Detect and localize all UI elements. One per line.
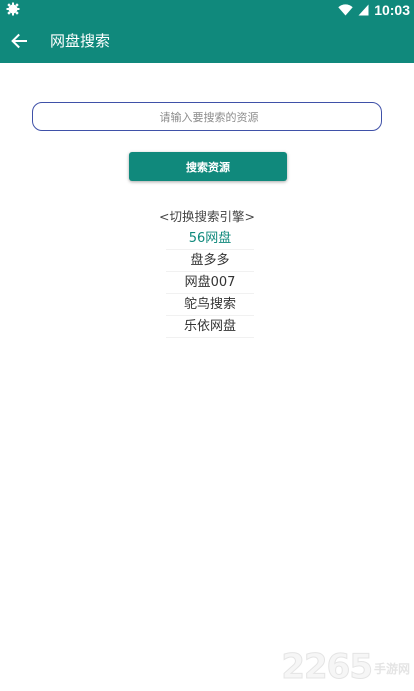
status-time: 10:03: [374, 2, 410, 18]
arrow-left-icon: [11, 33, 27, 49]
wifi-icon: [338, 4, 353, 16]
search-button[interactable]: 搜索资源: [129, 152, 287, 181]
app-bar: 网盘搜索: [0, 20, 414, 63]
watermark-text: 手游网: [373, 662, 410, 676]
engine-switch-header: <切换搜索引擎>: [159, 209, 255, 224]
watermark-number: 2265: [281, 647, 374, 688]
search-field[interactable]: [32, 102, 385, 132]
engine-item-leyi[interactable]: 乐依网盘: [166, 316, 254, 338]
engine-item-56wangpan[interactable]: 56网盘: [166, 228, 254, 250]
back-button[interactable]: [4, 26, 34, 56]
android-settings-icon: [6, 2, 20, 16]
status-bar: 10:03: [0, 0, 414, 20]
signal-icon: [358, 4, 369, 16]
status-right: 10:03: [338, 0, 410, 20]
search-input[interactable]: [33, 103, 385, 132]
engine-item-tuoniao[interactable]: 鸵鸟搜索: [166, 294, 254, 316]
engine-item-wangpan007[interactable]: 网盘007: [166, 272, 254, 294]
page-title: 网盘搜索: [50, 32, 111, 50]
engine-item-panduoduo[interactable]: 盘多多: [166, 250, 254, 272]
engine-list: 56网盘 盘多多 网盘007 鸵鸟搜索 乐依网盘: [166, 228, 254, 338]
watermark: 2265 手游网: [281, 643, 410, 689]
